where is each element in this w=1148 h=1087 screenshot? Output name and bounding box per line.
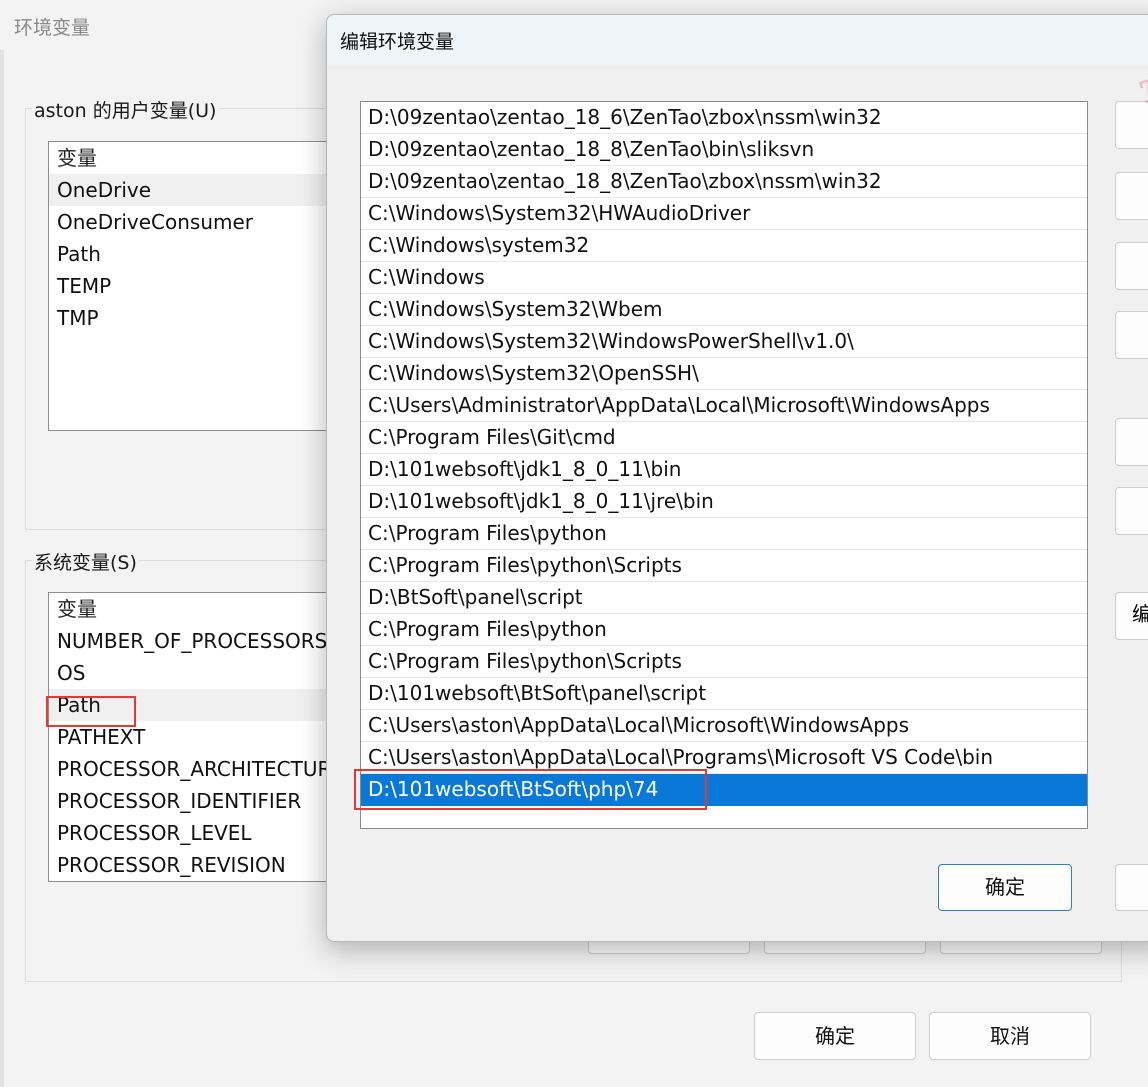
user-vars-column-header[interactable]: 变量 (49, 142, 349, 174)
path-entry[interactable]: C:\Users\aston\AppData\Local\Microsoft\W… (361, 710, 1087, 742)
window-edge (0, 50, 4, 1087)
path-entry[interactable]: C:\Windows\System32\OpenSSH\ (361, 358, 1087, 390)
path-entry[interactable]: C:\Windows\System32\HWAudioDriver (361, 198, 1087, 230)
new-button[interactable] (1115, 101, 1148, 149)
edit-text-button-label: 编 (1116, 593, 1148, 635)
browse-button[interactable] (1115, 242, 1148, 290)
user-var-row[interactable]: TEMP (49, 270, 349, 302)
system-vars-list[interactable]: 变量 NUMBER_OF_PROCESSORS OS Path PATHEXT … (48, 592, 350, 882)
system-var-row[interactable]: PROCESSOR_LEVEL (49, 817, 349, 849)
path-entry[interactable]: C:\Program Files\python (361, 614, 1087, 646)
move-down-button[interactable] (1115, 487, 1148, 535)
edit-environment-variable-dialog: 编辑环境变量 D:\09zentao\zentao_18_6\ZenTao\zb… (326, 4, 1148, 942)
path-entry[interactable]: D:\09zentao\zentao_18_6\ZenTao\zbox\nssm… (361, 102, 1087, 134)
system-vars-group-label: 系统变量(S) (32, 548, 139, 575)
path-entry[interactable]: D:\09zentao\zentao_18_8\ZenTao\bin\sliks… (361, 134, 1087, 166)
path-entry-selected[interactable]: D:\101websoft\BtSoft\php\74 (361, 774, 1087, 806)
user-var-row[interactable]: OneDriveConsumer (49, 206, 349, 238)
path-entry[interactable]: D:\BtSoft\panel\script (361, 582, 1087, 614)
system-var-row[interactable]: Path (49, 689, 349, 721)
path-entry[interactable]: C:\Program Files\python\Scripts (361, 550, 1087, 582)
path-entry[interactable]: C:\Windows\System32\WindowsPowerShell\v1… (361, 326, 1087, 358)
system-var-row[interactable]: PROCESSOR_IDENTIFIER (49, 785, 349, 817)
path-entry[interactable]: D:\101websoft\jdk1_8_0_11\bin (361, 454, 1087, 486)
system-var-row[interactable]: NUMBER_OF_PROCESSORS (49, 625, 349, 657)
edit-ok-button[interactable]: 确定 (938, 864, 1072, 911)
move-up-button[interactable] (1115, 418, 1148, 466)
path-entry[interactable]: C:\Program Files\python\Scripts (361, 646, 1087, 678)
delete-button[interactable] (1115, 311, 1148, 359)
system-var-row[interactable]: OS (49, 657, 349, 689)
env-dialog-title: 环境变量 (14, 17, 91, 39)
path-entry[interactable]: C:\Users\Administrator\AppData\Local\Mic… (361, 390, 1087, 422)
path-entry[interactable]: D:\09zentao\zentao_18_8\ZenTao\zbox\nssm… (361, 166, 1087, 198)
edit-dialog-titlebar[interactable]: 编辑环境变量 (327, 15, 1148, 65)
path-entry[interactable]: C:\Program Files\python (361, 518, 1087, 550)
path-entry[interactable]: C:\Windows\system32 (361, 230, 1087, 262)
path-entry[interactable]: D:\101websoft\BtSoft\panel\script (361, 678, 1087, 710)
edit-dialog-title: 编辑环境变量 (340, 31, 455, 53)
path-entry[interactable]: D:\101websoft\jdk1_8_0_11\jre\bin (361, 486, 1087, 518)
system-var-row[interactable]: PATHEXT (49, 721, 349, 753)
env-cancel-button[interactable]: 取消 (929, 1012, 1091, 1060)
edit-button[interactable] (1115, 172, 1148, 220)
edit-text-button[interactable]: 编 (1115, 592, 1148, 640)
user-vars-group-label: aston 的用户变量(U) (32, 96, 219, 123)
env-ok-button[interactable]: 确定 (754, 1012, 916, 1060)
user-var-row[interactable]: Path (49, 238, 349, 270)
path-list[interactable]: D:\09zentao\zentao_18_6\ZenTao\zbox\nssm… (360, 101, 1088, 829)
path-entry[interactable]: C:\Windows (361, 262, 1087, 294)
path-entry[interactable]: C:\Windows\System32\Wbem (361, 294, 1087, 326)
edit-cancel-button[interactable] (1115, 864, 1148, 911)
system-var-row[interactable]: PROCESSOR_ARCHITECTURE (49, 753, 349, 785)
system-vars-column-header[interactable]: 变量 (49, 593, 349, 625)
system-var-row[interactable]: PROCESSOR_REVISION (49, 849, 349, 881)
user-var-row[interactable]: TMP (49, 302, 349, 334)
user-var-row[interactable]: OneDrive (49, 174, 349, 206)
user-vars-list[interactable]: 变量 OneDrive OneDriveConsumer Path TEMP T… (48, 141, 350, 431)
path-entry[interactable]: C:\Program Files\Git\cmd (361, 422, 1087, 454)
path-entry[interactable]: C:\Users\aston\AppData\Local\Programs\Mi… (361, 742, 1087, 774)
